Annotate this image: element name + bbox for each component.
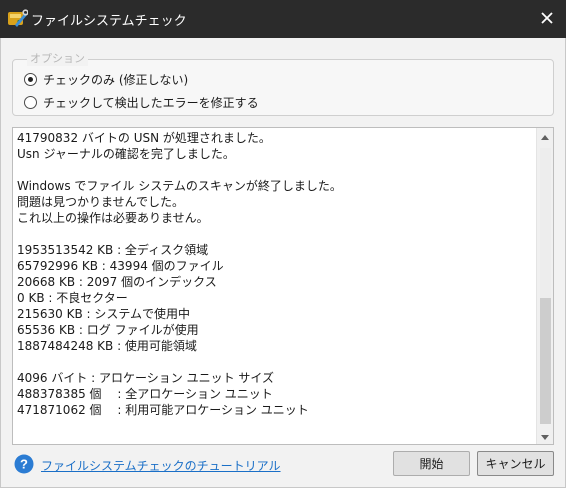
chevron-down-icon [541,429,549,443]
chevron-up-icon [541,129,549,143]
window-title: ファイルシステムチェック [31,14,187,29]
log-line: 0 KB : 不良セクター [17,291,128,305]
title-bar: ファイルシステムチェック [0,0,566,38]
log-line: 1887484248 KB : 使用可能領域 [17,339,197,353]
log-line: Windows でファイル システムのスキャンが終了しました。 [17,179,342,193]
options-group: オプション チェックのみ (修正しない) チェックして検出したエラーを修正する [12,52,554,116]
start-button[interactable]: 開始 [393,451,470,476]
vertical-scrollbar[interactable] [536,128,553,444]
scroll-down-button[interactable] [537,428,553,444]
close-icon [541,11,553,27]
tutorial-link[interactable]: ファイルシステムチェックのチュートリアル [41,457,281,474]
log-line: 65792996 KB : 43994 個のファイル [17,259,224,273]
dialog-body: オプション チェックのみ (修正しない) チェックして検出したエラーを修正する … [0,38,566,488]
log-line: 488378385 個 : 全アロケーション ユニット [17,387,273,401]
log-line: 問題は見つかりませんでした。 [17,195,185,209]
cancel-button[interactable]: キャンセル [477,451,554,476]
radio-button-unselected[interactable] [24,95,37,109]
svg-text:?: ? [20,457,28,472]
radio-check-and-fix[interactable]: チェックして検出したエラーを修正する [24,93,259,111]
disk-wrench-icon [6,7,29,29]
radio-label-check-and-fix: チェックして検出したエラーを修正する [43,95,259,110]
log-line: 1953513542 KB : 全ディスク領域 [17,243,209,257]
close-button[interactable] [528,0,566,38]
log-line: これ以上の操作は必要ありません。 [17,211,209,225]
radio-label-check-only: チェックのみ (修正しない) [43,72,189,87]
radio-dot [28,76,33,82]
log-text-area: 41790832 バイトの USN が処理されました。 Usn ジャーナルの確認… [17,130,533,442]
help-circle-icon[interactable]: ? [14,454,34,474]
log-line: Usn ジャーナルの確認を完了しました。 [17,147,235,161]
radio-check-only[interactable]: チェックのみ (修正しない) [24,70,188,88]
scroll-thumb[interactable] [540,298,551,424]
radio-button-selected[interactable] [24,72,37,86]
log-line: 20668 KB : 2097 個のインデックス [17,275,217,289]
log-output[interactable]: 41790832 バイトの USN が処理されました。 Usn ジャーナルの確認… [12,127,554,445]
scroll-track[interactable] [540,148,551,298]
scroll-up-button[interactable] [537,128,553,144]
options-legend: オプション [27,52,88,66]
log-line: 41790832 バイトの USN が処理されました。 [17,131,271,145]
log-line: 215630 KB : システムで使用中 [17,307,191,321]
log-line: 65536 KB : ログ ファイルが使用 [17,323,199,337]
log-line: 471871062 個 : 利用可能アロケーション ユニット [17,403,309,417]
log-line: 4096 バイト : アロケーション ユニット サイズ [17,371,275,385]
